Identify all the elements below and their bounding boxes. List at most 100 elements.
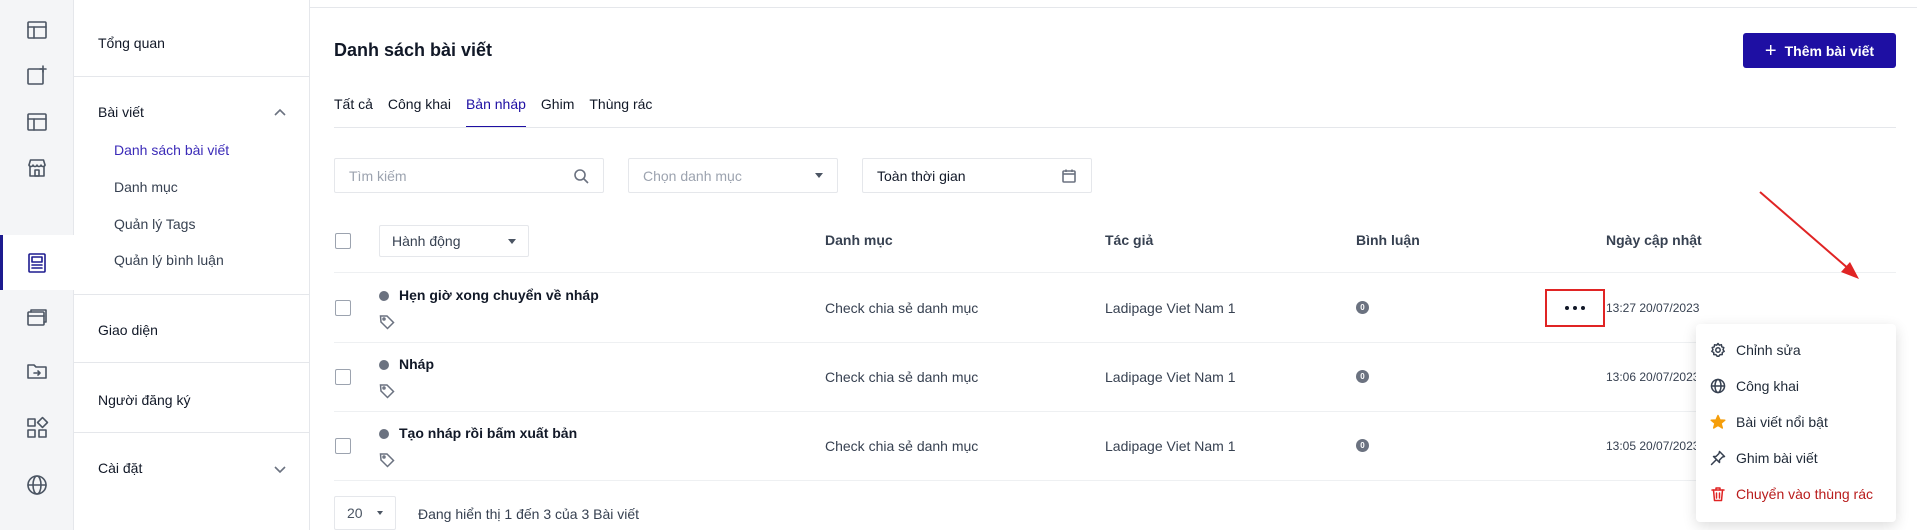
page-size-select[interactable]: 20 — [334, 496, 396, 530]
comment-count: 0 — [1356, 370, 1369, 383]
updated-date: 13:05 20/07/2023 — [1606, 439, 1700, 453]
bulk-action-label: Hành động — [392, 233, 461, 249]
row-checkbox[interactable] — [335, 438, 351, 454]
more-actions-button[interactable] — [1545, 289, 1605, 327]
more-dot — [1565, 306, 1569, 310]
row-divider — [334, 411, 1896, 412]
rail-apps-icon[interactable] — [0, 400, 74, 455]
nav-post-list[interactable]: Danh sách bài viết — [114, 142, 229, 158]
star-icon — [1710, 414, 1726, 429]
tab-trash[interactable]: Thùng rác — [589, 96, 652, 128]
sub-sidebar: Tổng quan Bài viết Danh sách bài viết Da… — [74, 0, 310, 530]
status-tabs: Tất cả Công khai Bản nháp Ghim Thùng rác — [334, 96, 652, 128]
select-all-checkbox[interactable] — [335, 233, 351, 249]
more-dot — [1573, 306, 1577, 310]
nav-subscribers[interactable]: Người đăng ký — [98, 392, 190, 408]
status-dot — [379, 429, 389, 439]
search-placeholder: Tìm kiếm — [349, 167, 407, 184]
menu-feature-label: Bài viết nổi bật — [1736, 414, 1828, 430]
rail-blog-icon[interactable] — [0, 235, 74, 290]
divider — [74, 294, 310, 295]
column-author: Tác giả — [1105, 232, 1154, 248]
tab-public[interactable]: Công khai — [388, 96, 451, 128]
page-title: Danh sách bài viết — [334, 40, 493, 60]
nav-overview[interactable]: Tổng quan — [98, 35, 165, 51]
post-author: Ladipage Viet Nam 1 — [1105, 438, 1236, 454]
search-input[interactable]: Tìm kiếm — [334, 158, 604, 193]
rail-store-icon[interactable] — [0, 140, 74, 195]
menu-publish[interactable]: Công khai — [1710, 374, 1799, 398]
calendar-icon — [1062, 169, 1076, 183]
category-placeholder: Chọn danh mục — [643, 167, 742, 184]
more-dot — [1581, 306, 1585, 310]
menu-edit[interactable]: Chỉnh sửa — [1710, 338, 1801, 362]
main-content: Danh sách bài viết + Thêm bài viết Tất c… — [310, 0, 1917, 530]
divider — [74, 432, 310, 433]
menu-pin-label: Ghim bài viết — [1736, 450, 1818, 466]
menu-trash-label: Chuyển vào thùng rác — [1736, 486, 1873, 502]
pin-icon — [1710, 450, 1726, 466]
tag-icon[interactable] — [379, 452, 395, 468]
icon-rail — [0, 0, 74, 530]
post-author: Ladipage Viet Nam 1 — [1105, 369, 1236, 385]
chevron-up-icon[interactable] — [273, 106, 287, 120]
rail-media-icon[interactable] — [0, 290, 74, 345]
globe-icon — [1710, 378, 1726, 394]
row-divider — [334, 480, 1896, 481]
rail-globe-icon[interactable] — [0, 457, 74, 512]
pagination-summary: Đang hiển thị 1 đến 3 của 3 Bài viết — [418, 506, 640, 522]
row-context-menu: Chỉnh sửa Công khai Bài viết nổi bật Ghi… — [1696, 324, 1896, 522]
tabs-divider — [334, 127, 1896, 128]
time-range-value: Toàn thời gian — [877, 167, 966, 184]
chevron-down-icon[interactable] — [273, 462, 287, 476]
menu-publish-label: Công khai — [1736, 378, 1800, 394]
column-category: Danh mục — [825, 232, 893, 248]
tag-icon[interactable] — [379, 383, 395, 399]
tab-pinned[interactable]: Ghim — [541, 96, 574, 128]
app-root: Tổng quan Bài viết Danh sách bài viết Da… — [0, 0, 1917, 530]
nav-appearance[interactable]: Giao diện — [98, 322, 158, 338]
row-checkbox[interactable] — [335, 300, 351, 316]
time-range-select[interactable]: Toàn thời gian — [862, 158, 1092, 193]
plus-icon: + — [1764, 39, 1777, 62]
nav-categories[interactable]: Danh mục — [114, 179, 178, 195]
menu-trash[interactable]: Chuyển vào thùng rác — [1710, 482, 1873, 506]
menu-feature[interactable]: Bài viết nổi bật — [1710, 410, 1828, 434]
post-category: Check chia sẻ danh mục — [825, 438, 979, 454]
post-title[interactable]: Hẹn giờ xong chuyển về nháp — [399, 287, 599, 303]
tab-all[interactable]: Tất cả — [334, 96, 373, 128]
post-title[interactable]: Tạo nháp rồi bấm xuất bản — [399, 425, 577, 441]
menu-pin[interactable]: Ghim bài viết — [1710, 446, 1818, 470]
tab-draft[interactable]: Bản nháp — [465, 96, 526, 128]
column-updated: Ngày cập nhật — [1606, 232, 1702, 248]
rail-folder-sync-icon[interactable] — [0, 343, 74, 398]
column-comments: Bình luận — [1356, 232, 1420, 248]
status-dot — [379, 291, 389, 301]
post-category: Check chia sẻ danh mục — [825, 369, 979, 385]
comment-count: 0 — [1356, 439, 1369, 452]
comment-count: 0 — [1356, 301, 1369, 314]
top-divider — [310, 7, 1917, 8]
post-title[interactable]: Nháp — [399, 356, 434, 372]
row-divider — [334, 342, 1896, 343]
nav-settings[interactable]: Cài đặt — [98, 460, 142, 476]
row-divider — [334, 272, 1896, 273]
search-icon — [574, 168, 589, 184]
caret-down-icon — [815, 173, 823, 178]
category-select[interactable]: Chọn danh mục — [628, 158, 838, 193]
post-author: Ladipage Viet Nam 1 — [1105, 300, 1236, 316]
divider — [74, 362, 310, 363]
status-dot — [379, 360, 389, 370]
bulk-action-select[interactable]: Hành động — [379, 225, 529, 257]
updated-date: 13:06 20/07/2023 — [1606, 370, 1700, 384]
post-category: Check chia sẻ danh mục — [825, 300, 979, 316]
add-post-button[interactable]: + Thêm bài viết — [1743, 33, 1896, 68]
caret-down-icon — [376, 511, 383, 515]
menu-edit-label: Chỉnh sửa — [1736, 342, 1801, 358]
nav-tags[interactable]: Quản lý Tags — [114, 216, 195, 232]
tag-icon[interactable] — [379, 314, 395, 330]
row-checkbox[interactable] — [335, 369, 351, 385]
gear-icon — [1711, 342, 1725, 358]
nav-posts[interactable]: Bài viết — [98, 104, 144, 120]
nav-comments[interactable]: Quản lý bình luận — [114, 252, 224, 268]
